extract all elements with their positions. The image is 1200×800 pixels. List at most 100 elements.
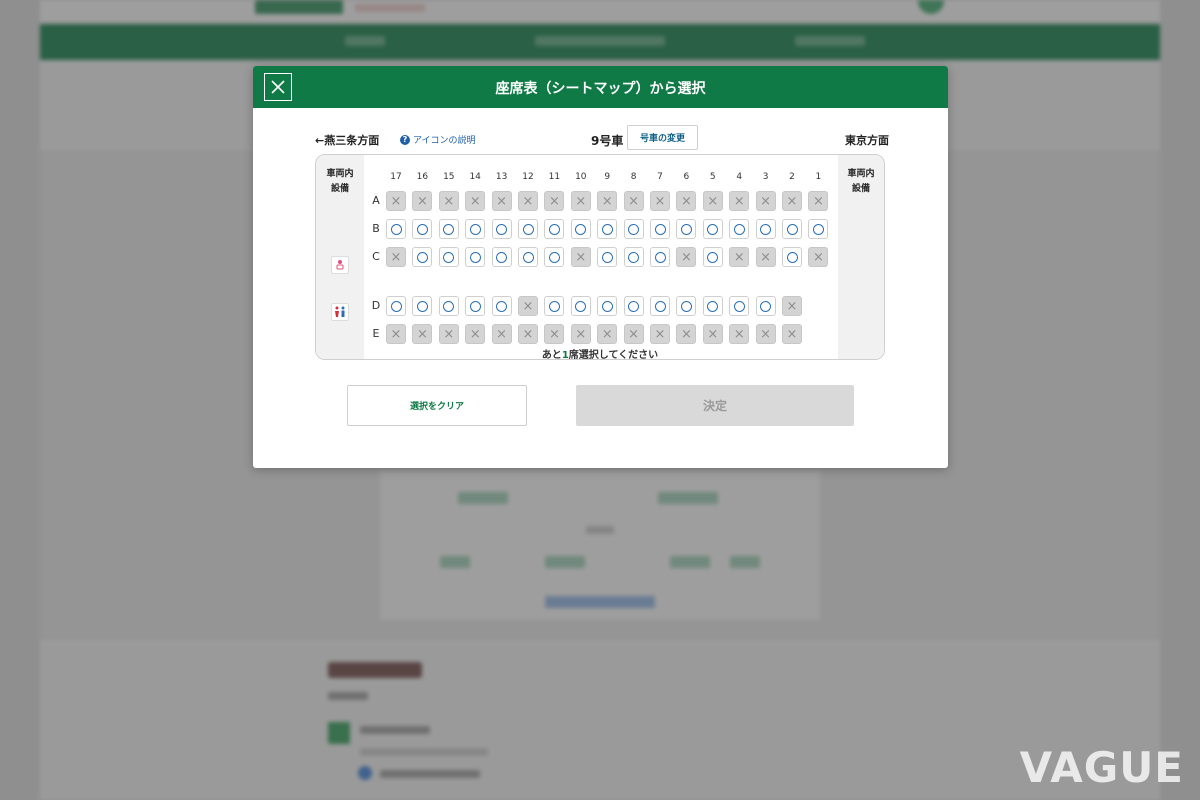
seat-available[interactable] — [650, 219, 670, 239]
seat-available[interactable] — [438, 296, 459, 316]
car-change-button[interactable]: 号車の変更 — [627, 125, 698, 150]
seat-available[interactable] — [544, 219, 565, 239]
column-number: 4 — [736, 172, 743, 182]
column-number: 11 — [548, 172, 561, 182]
column-number: 17 — [390, 172, 402, 182]
seat-unavailable — [676, 247, 697, 267]
seat-available[interactable] — [491, 219, 512, 239]
seat-unavailable — [412, 191, 433, 211]
seat-available[interactable] — [597, 296, 618, 316]
seat-unavailable — [623, 191, 644, 211]
seat-available[interactable] — [623, 219, 644, 239]
seat-unavailable — [782, 191, 802, 211]
column-number: 2 — [789, 172, 795, 182]
column-number: 6 — [683, 172, 690, 182]
seat-available[interactable] — [491, 296, 512, 316]
modal-header: 座席表（シートマップ）から選択 — [253, 66, 948, 108]
seat-available[interactable] — [676, 219, 697, 239]
column-number: 1 — [815, 172, 822, 182]
seat-available[interactable] — [702, 247, 723, 267]
seat-unavailable — [729, 191, 750, 211]
seat-unavailable — [570, 191, 591, 211]
seat-available[interactable] — [623, 296, 644, 316]
nursery-room-icon[interactable] — [331, 256, 349, 274]
seat-available[interactable] — [623, 247, 644, 267]
seat-unavailable — [386, 324, 406, 344]
row-label: E — [372, 327, 380, 340]
seat-available[interactable] — [782, 219, 802, 239]
seat-available[interactable] — [412, 296, 433, 316]
facility-label-right: 車両内 設備 — [847, 169, 875, 194]
seat-unavailable — [755, 247, 776, 267]
seat-unavailable — [755, 324, 776, 344]
seat-map-modal: 座席表（シートマップ）から選択 ←燕三条方面 ? アイコンの説明 9号車 号車の… — [253, 66, 948, 468]
seat-unavailable — [491, 324, 512, 344]
seat-unavailable — [570, 324, 591, 344]
seat-available[interactable] — [676, 296, 697, 316]
seat-available[interactable] — [570, 219, 591, 239]
seat-available[interactable] — [729, 219, 750, 239]
seat-available[interactable] — [465, 296, 486, 316]
seat-available[interactable] — [702, 296, 723, 316]
hint-count: 1 — [561, 350, 569, 360]
seat-unavailable — [438, 191, 459, 211]
clear-selection-button[interactable]: 選択をクリア — [347, 385, 527, 426]
seat-available[interactable] — [438, 219, 459, 239]
watermark: VAGUE — [1019, 743, 1184, 792]
seat-unavailable — [782, 296, 802, 316]
seat-available[interactable] — [650, 247, 670, 267]
seat-unavailable — [518, 324, 538, 344]
column-number: 8 — [630, 172, 637, 182]
column-number: 16 — [416, 172, 429, 182]
seat-unavailable — [808, 247, 829, 267]
seat-unavailable — [386, 191, 406, 211]
decide-button[interactable]: 決定 — [576, 385, 854, 426]
seat-available[interactable] — [755, 296, 776, 316]
restroom-icon[interactable] — [331, 303, 349, 321]
seat-available[interactable] — [491, 247, 512, 267]
seat-unavailable — [702, 191, 723, 211]
seat-available[interactable] — [702, 219, 723, 239]
seat-available[interactable] — [465, 247, 486, 267]
seat-available[interactable] — [597, 219, 618, 239]
seat-available[interactable] — [465, 219, 486, 239]
seat-unavailable — [650, 324, 670, 344]
seat-available[interactable] — [597, 247, 618, 267]
icon-help-link[interactable]: ? アイコンの説明 — [400, 133, 476, 146]
seat-available[interactable] — [518, 247, 538, 267]
seat-unavailable — [544, 191, 565, 211]
row-label: B — [372, 222, 380, 235]
seat-available[interactable] — [544, 296, 565, 316]
seat-unavailable — [676, 191, 697, 211]
seat-unavailable — [623, 324, 644, 344]
row-label: C — [372, 250, 380, 263]
seat-available[interactable] — [412, 247, 433, 267]
seat-unavailable — [755, 191, 776, 211]
row-label: D — [371, 299, 381, 312]
seat-unavailable — [570, 247, 591, 267]
seat-available[interactable] — [544, 247, 565, 267]
seat-available[interactable] — [650, 296, 670, 316]
seat-available[interactable] — [518, 219, 538, 239]
hint-suffix: 席選択してください — [568, 350, 659, 360]
seat-unavailable — [729, 247, 750, 267]
seat-unavailable — [729, 324, 750, 344]
seat-available[interactable] — [782, 247, 802, 267]
column-number: 7 — [657, 172, 663, 182]
seat-available[interactable] — [438, 247, 459, 267]
seat-available[interactable] — [570, 296, 591, 316]
seat-available[interactable] — [755, 219, 776, 239]
facility-label-left: 車両内 設備 — [326, 169, 354, 194]
seat-unavailable — [438, 324, 459, 344]
hint-prefix: あと — [541, 350, 562, 360]
row-label: A — [372, 194, 380, 207]
seat-unavailable — [518, 191, 538, 211]
seat-available[interactable] — [386, 219, 406, 239]
modal-title: 座席表（シートマップ）から選択 — [495, 81, 706, 97]
seat-available[interactable] — [386, 296, 406, 316]
facility-column-right: 車両内 設備 — [838, 155, 884, 359]
seat-available[interactable] — [808, 219, 829, 239]
seat-available[interactable] — [729, 296, 750, 316]
seat-available[interactable] — [412, 219, 433, 239]
column-number: 10 — [575, 172, 587, 182]
